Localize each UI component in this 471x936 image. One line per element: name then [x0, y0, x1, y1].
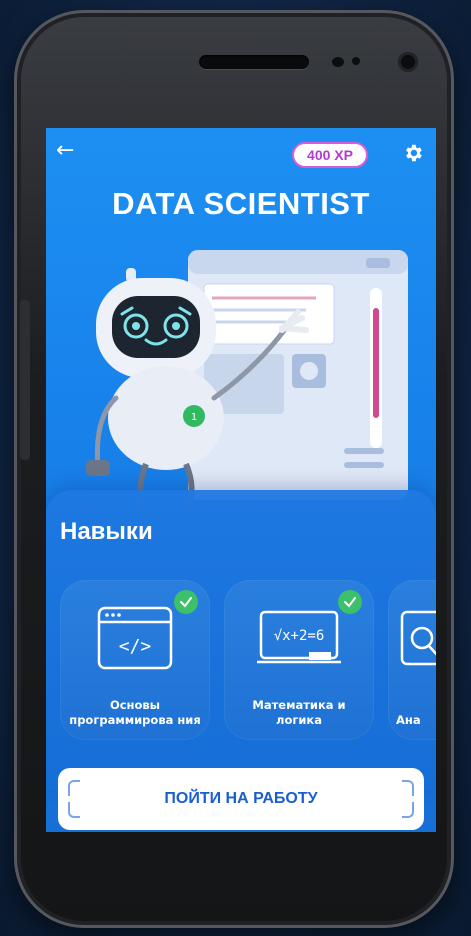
page-title: DATA SCIENTIST: [112, 186, 370, 221]
svg-text:</>: </>: [119, 636, 152, 657]
skill-card-label: Ана: [396, 713, 421, 727]
side-button: [20, 300, 30, 460]
earpiece-speaker: [199, 55, 309, 69]
corner-bracket: [68, 802, 80, 818]
check-icon: [338, 590, 362, 614]
corner-bracket: [402, 802, 414, 818]
code-window-icon: </>: [97, 606, 173, 670]
app-screen: ← 400 XP DATA SCIENTIST 1 Навыки </> Осн…: [46, 128, 436, 832]
proximity-sensor: [332, 57, 344, 67]
analytics-icon: [400, 610, 436, 666]
check-icon: [174, 590, 198, 614]
go-to-work-label: ПОЙТИ НА РАБОТУ: [164, 790, 318, 807]
go-to-work-button[interactable]: ПОЙТИ НА РАБОТУ: [58, 768, 424, 830]
presentation-board: [188, 250, 408, 500]
skill-card-analytics[interactable]: Ана: [388, 580, 436, 740]
arrow-left-icon: ←: [56, 138, 75, 163]
skill-card-label: Математика и логика: [252, 698, 346, 727]
gear-icon: [406, 144, 422, 162]
skills-panel: Навыки </> Основы программирова ния √x+2: [46, 490, 436, 790]
math-formula: √x+2=6: [274, 628, 325, 644]
xp-badge: 400 XP: [292, 142, 368, 168]
front-camera: [398, 52, 418, 72]
back-button[interactable]: ←: [56, 140, 74, 162]
skill-card-label: Основы программирова ния: [69, 698, 201, 727]
skills-heading: Навыки: [60, 518, 153, 545]
svg-text:1: 1: [191, 412, 197, 423]
corner-bracket: [402, 780, 414, 796]
corner-bracket: [68, 780, 80, 796]
math-board-icon: √x+2=6: [257, 610, 341, 664]
skill-card-math[interactable]: √x+2=6 Математика и логика: [224, 580, 374, 740]
robot-illustration: 1: [86, 250, 408, 508]
skill-card-programming[interactable]: </> Основы программирова ния: [60, 580, 210, 740]
light-sensor: [352, 57, 360, 65]
settings-button[interactable]: [402, 142, 424, 168]
